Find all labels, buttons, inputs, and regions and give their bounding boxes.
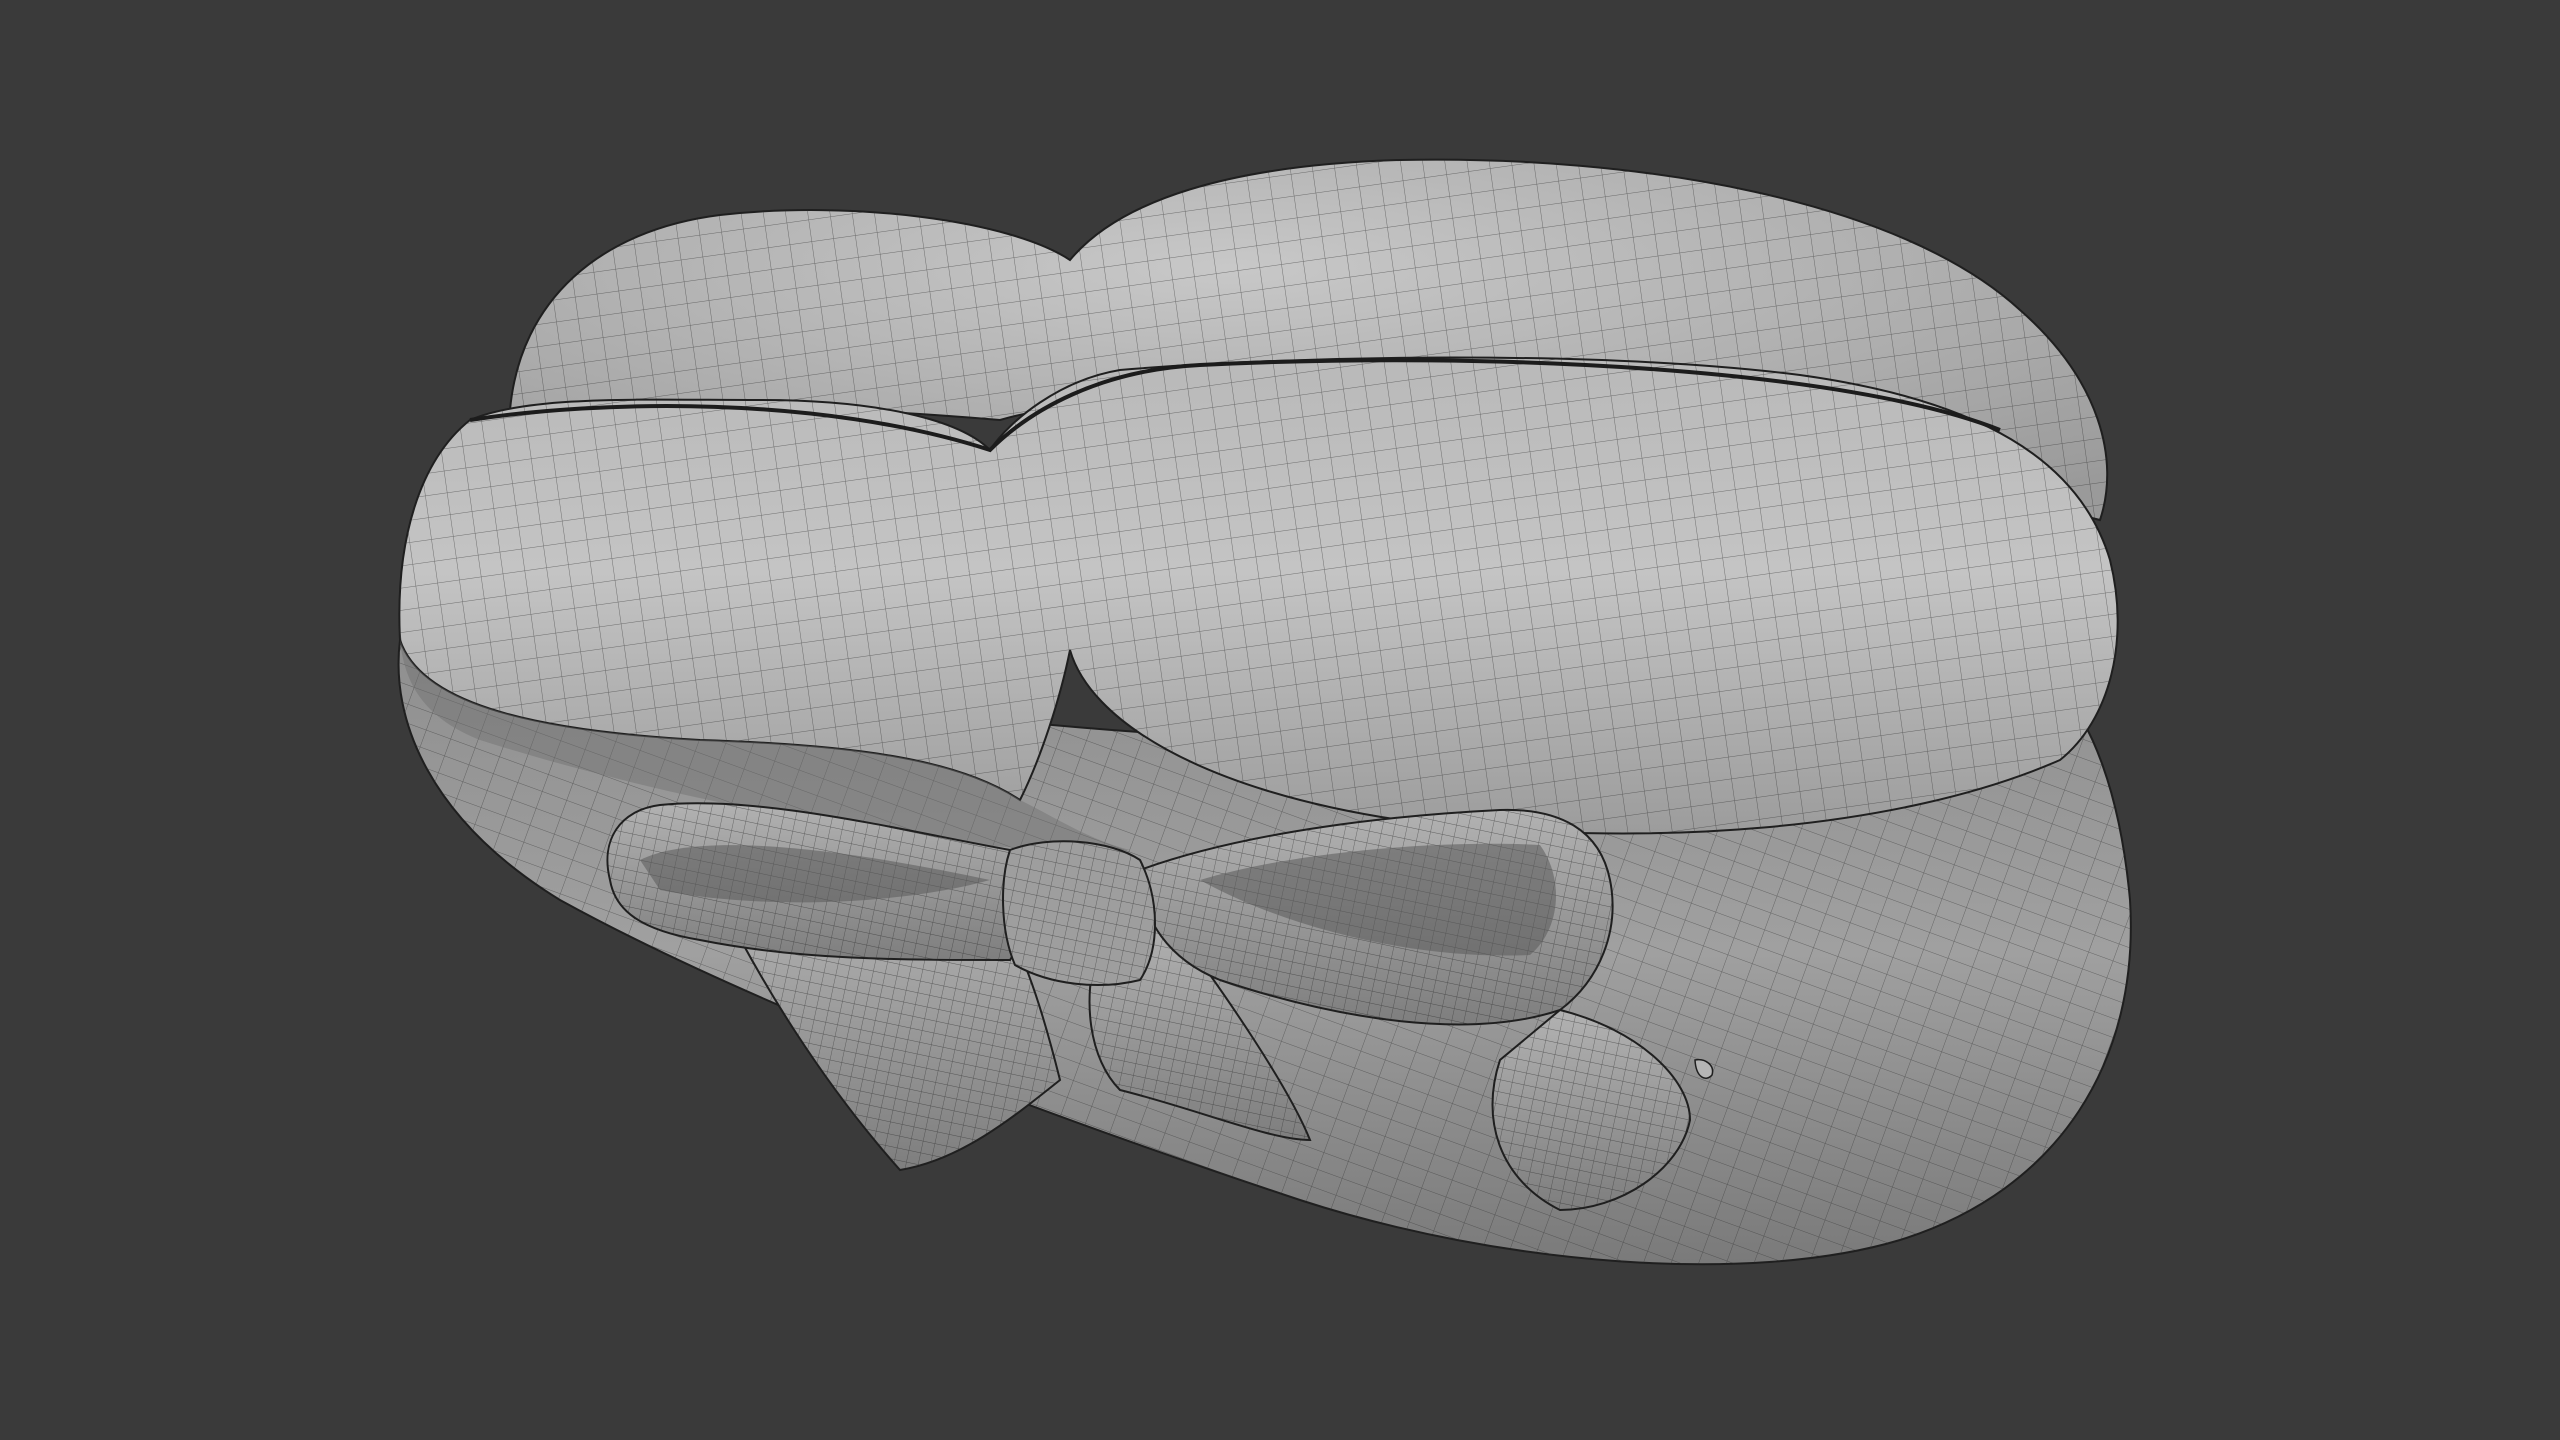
bow-knot[interactable] (1002, 840, 1156, 986)
viewport-canvas[interactable] (0, 0, 2560, 1440)
3d-viewport[interactable] (0, 0, 2560, 1440)
box-lid[interactable] (398, 356, 2119, 852)
